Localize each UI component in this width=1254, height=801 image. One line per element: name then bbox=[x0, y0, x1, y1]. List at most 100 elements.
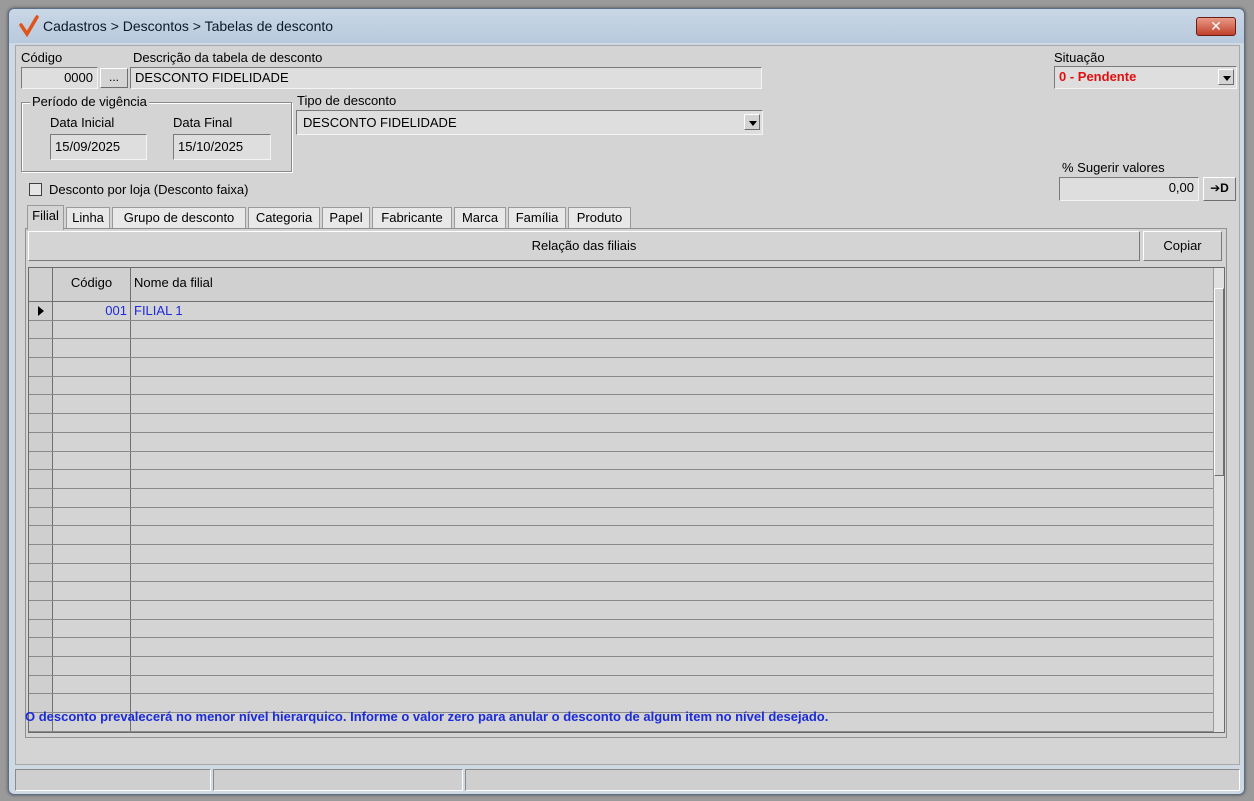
cell-codigo[interactable] bbox=[53, 376, 131, 395]
codigo-lookup-button[interactable]: ... bbox=[100, 68, 128, 88]
cell-nome-filial[interactable] bbox=[131, 526, 1215, 544]
tab-familia[interactable]: Família bbox=[508, 207, 566, 229]
cell-codigo[interactable] bbox=[53, 358, 131, 376]
table-row[interactable] bbox=[29, 563, 1215, 583]
cell-codigo[interactable] bbox=[53, 432, 131, 451]
row-indicator[interactable] bbox=[29, 451, 53, 470]
row-indicator[interactable] bbox=[29, 414, 53, 432]
close-button[interactable]: ✕ bbox=[1196, 17, 1236, 36]
cell-codigo[interactable] bbox=[53, 526, 131, 544]
cell-codigo[interactable] bbox=[53, 488, 131, 507]
row-indicator[interactable] bbox=[29, 619, 53, 638]
tab-marca[interactable]: Marca bbox=[454, 207, 506, 229]
cell-nome-filial[interactable] bbox=[131, 620, 1215, 638]
row-indicator[interactable] bbox=[29, 376, 53, 395]
table-row[interactable] bbox=[29, 526, 1215, 545]
cell-codigo[interactable] bbox=[53, 507, 131, 526]
row-indicator[interactable] bbox=[29, 675, 53, 694]
table-row[interactable] bbox=[29, 432, 1215, 452]
table-row[interactable] bbox=[29, 619, 1215, 639]
tab-linha[interactable]: Linha bbox=[66, 207, 110, 229]
row-indicator[interactable] bbox=[29, 582, 53, 600]
cell-nome-filial[interactable] bbox=[131, 321, 1215, 339]
filiais-grid[interactable]: Código Nome da filial 001 FILIAL 1 bbox=[28, 267, 1225, 733]
table-row[interactable] bbox=[29, 339, 1215, 359]
cell-nome-filial[interactable] bbox=[131, 601, 1215, 619]
copiar-button[interactable]: Copiar bbox=[1143, 231, 1222, 261]
sugerir-valores-input[interactable]: 0,00 bbox=[1059, 177, 1199, 201]
tab-fabricante[interactable]: Fabricante bbox=[372, 207, 452, 229]
cell-nome-filial[interactable] bbox=[131, 452, 1215, 470]
column-header-nome[interactable]: Nome da filial bbox=[131, 268, 1215, 301]
cell-codigo[interactable] bbox=[53, 395, 131, 414]
cell-codigo[interactable] bbox=[53, 320, 131, 339]
cell-nome-filial[interactable] bbox=[131, 414, 1215, 432]
cell-nome-filial[interactable] bbox=[131, 582, 1215, 600]
vertical-scrollbar[interactable] bbox=[1213, 268, 1224, 732]
cell-nome-filial[interactable] bbox=[131, 339, 1215, 357]
cell-nome-filial[interactable] bbox=[131, 676, 1215, 694]
cell-nome-filial[interactable] bbox=[131, 377, 1215, 395]
cell-codigo[interactable] bbox=[53, 619, 131, 638]
tab-papel[interactable]: Papel bbox=[322, 207, 370, 229]
data-final-input[interactable]: 15/10/2025 bbox=[173, 134, 271, 160]
table-row[interactable] bbox=[29, 414, 1215, 433]
cell-nome-filial[interactable] bbox=[131, 395, 1215, 413]
table-row[interactable] bbox=[29, 507, 1215, 527]
table-row[interactable] bbox=[29, 376, 1215, 396]
table-row[interactable] bbox=[29, 470, 1215, 489]
row-indicator[interactable] bbox=[29, 488, 53, 507]
cell-codigo[interactable] bbox=[53, 470, 131, 488]
cell-nome-filial[interactable] bbox=[131, 470, 1215, 488]
situacao-select[interactable]: 0 - Pendente bbox=[1054, 66, 1237, 89]
cell-codigo[interactable] bbox=[53, 544, 131, 563]
row-indicator[interactable] bbox=[29, 320, 53, 339]
row-indicator[interactable] bbox=[29, 302, 53, 320]
cell-codigo[interactable] bbox=[53, 657, 131, 675]
table-row[interactable] bbox=[29, 358, 1215, 377]
descricao-input[interactable]: DESCONTO FIDELIDADE bbox=[130, 67, 762, 89]
table-row[interactable] bbox=[29, 320, 1215, 340]
table-row[interactable] bbox=[29, 638, 1215, 658]
row-indicator[interactable] bbox=[29, 470, 53, 488]
desconto-por-loja-checkbox[interactable] bbox=[29, 183, 42, 196]
row-indicator[interactable] bbox=[29, 657, 53, 675]
cell-nome-filial[interactable] bbox=[131, 657, 1215, 675]
row-indicator[interactable] bbox=[29, 432, 53, 451]
column-header-codigo[interactable]: Código bbox=[53, 268, 131, 301]
cell-nome-filial[interactable] bbox=[131, 508, 1215, 526]
table-row[interactable] bbox=[29, 488, 1215, 508]
row-indicator[interactable] bbox=[29, 339, 53, 358]
row-indicator[interactable] bbox=[29, 563, 53, 582]
cell-nome-filial[interactable] bbox=[131, 545, 1215, 563]
apply-suggestion-button[interactable]: ➔D bbox=[1203, 177, 1236, 201]
table-row[interactable]: 001 FILIAL 1 bbox=[29, 302, 1215, 321]
scrollbar-thumb[interactable] bbox=[1214, 288, 1224, 476]
row-indicator[interactable] bbox=[29, 638, 53, 657]
row-indicator[interactable] bbox=[29, 395, 53, 414]
cell-nome-filial[interactable] bbox=[131, 489, 1215, 507]
table-row[interactable] bbox=[29, 675, 1215, 695]
table-row[interactable] bbox=[29, 601, 1215, 620]
cell-codigo[interactable] bbox=[53, 563, 131, 582]
table-row[interactable] bbox=[29, 451, 1215, 471]
row-indicator[interactable] bbox=[29, 601, 53, 619]
codigo-input[interactable]: 0000 bbox=[21, 67, 98, 89]
cell-nome-filial[interactable] bbox=[131, 358, 1215, 376]
tab-categoria[interactable]: Categoria bbox=[248, 207, 320, 229]
cell-nome-filial[interactable] bbox=[131, 638, 1215, 656]
cell-codigo[interactable] bbox=[53, 451, 131, 470]
cell-codigo[interactable] bbox=[53, 675, 131, 694]
cell-nome-filial[interactable] bbox=[131, 564, 1215, 582]
cell-codigo[interactable] bbox=[53, 638, 131, 657]
cell-nome-filial[interactable] bbox=[131, 433, 1215, 451]
table-row[interactable] bbox=[29, 657, 1215, 676]
chevron-down-icon[interactable] bbox=[744, 114, 760, 130]
chevron-down-icon[interactable] bbox=[1218, 69, 1234, 85]
tab-grupo-de-desconto[interactable]: Grupo de desconto bbox=[112, 207, 246, 229]
tipo-desconto-select[interactable]: DESCONTO FIDELIDADE bbox=[296, 110, 763, 135]
row-indicator[interactable] bbox=[29, 526, 53, 544]
cell-codigo[interactable] bbox=[53, 339, 131, 358]
cell-codigo[interactable] bbox=[53, 582, 131, 600]
cell-codigo[interactable]: 001 bbox=[53, 302, 131, 320]
